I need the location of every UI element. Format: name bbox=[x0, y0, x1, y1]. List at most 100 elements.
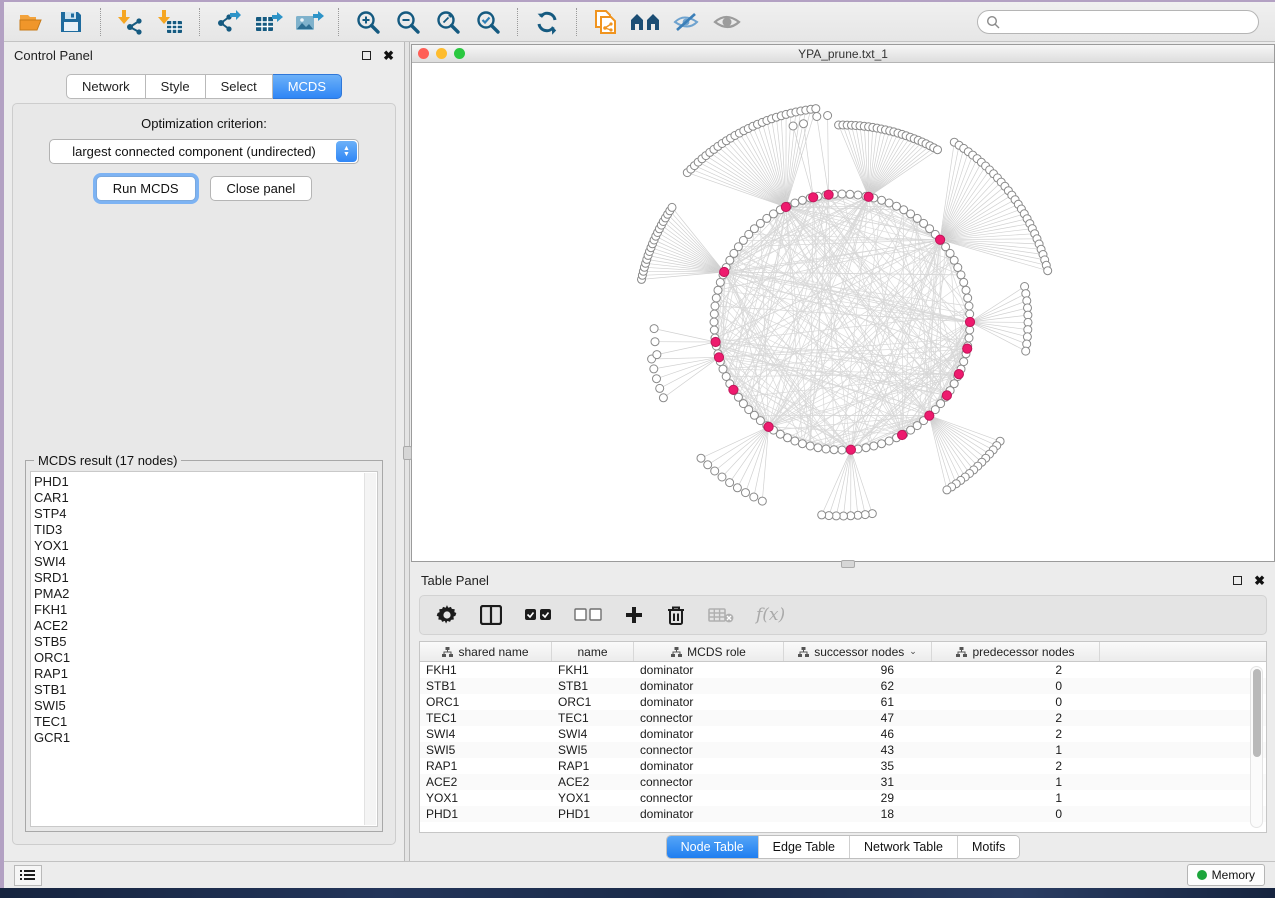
task-history-button[interactable] bbox=[14, 865, 42, 886]
horizontal-splitter[interactable] bbox=[411, 562, 1275, 567]
float-panel-icon[interactable] bbox=[1233, 576, 1242, 585]
float-panel-icon[interactable] bbox=[362, 51, 371, 60]
table-row[interactable]: FKH1FKH1dominator962 bbox=[420, 662, 1266, 678]
close-panel-icon[interactable]: ✖ bbox=[383, 49, 394, 62]
cell-predecessors: 0 bbox=[932, 807, 1100, 821]
table-scrollbar[interactable] bbox=[1250, 666, 1263, 828]
search-input[interactable] bbox=[1004, 15, 1250, 29]
list-scrollbar[interactable] bbox=[364, 473, 376, 825]
mcds-result-item[interactable]: TID3 bbox=[34, 522, 361, 538]
save-session-icon[interactable] bbox=[54, 7, 88, 37]
tab-mcds[interactable]: MCDS bbox=[273, 74, 342, 99]
tab-edge-table[interactable]: Edge Table bbox=[758, 836, 849, 858]
table-row[interactable]: STB1STB1dominator620 bbox=[420, 678, 1266, 694]
tab-select[interactable]: Select bbox=[206, 74, 273, 99]
mcds-result-item[interactable]: ORC1 bbox=[34, 650, 361, 666]
network-canvas[interactable] bbox=[412, 63, 1274, 561]
zoom-in-icon[interactable] bbox=[351, 7, 385, 37]
gear-icon[interactable] bbox=[436, 604, 458, 626]
import-network-icon[interactable] bbox=[113, 7, 147, 37]
mcds-result-item[interactable]: SRD1 bbox=[34, 570, 361, 586]
splitter-handle[interactable] bbox=[403, 446, 412, 460]
criterion-dropdown[interactable]: largest connected component (undirected)… bbox=[49, 139, 359, 164]
show-all-icon[interactable] bbox=[709, 7, 743, 37]
first-neighbors-icon[interactable] bbox=[629, 7, 663, 37]
network-graph[interactable] bbox=[412, 63, 1274, 561]
column-header-MCDS-role[interactable]: MCDS role bbox=[634, 642, 784, 661]
export-network-icon[interactable] bbox=[212, 7, 246, 37]
cell-shared_name: STB1 bbox=[420, 679, 552, 693]
export-image-icon[interactable] bbox=[292, 7, 326, 37]
zoom-out-icon[interactable] bbox=[391, 7, 425, 37]
column-header-shared-name[interactable]: shared name bbox=[420, 642, 552, 661]
mcds-result-item[interactable]: PMA2 bbox=[34, 586, 361, 602]
memory-label: Memory bbox=[1212, 868, 1255, 882]
vertical-splitter[interactable] bbox=[404, 42, 410, 861]
column-header-label: predecessor nodes bbox=[972, 645, 1074, 659]
table-row[interactable]: SWI4SWI4dominator462 bbox=[420, 726, 1266, 742]
mcds-result-item[interactable]: SWI5 bbox=[34, 698, 361, 714]
search-field[interactable] bbox=[977, 10, 1259, 34]
tab-style[interactable]: Style bbox=[146, 74, 206, 99]
column-header-successor-nodes[interactable]: successor nodes⌄ bbox=[784, 642, 932, 661]
mcds-result-item[interactable]: STB1 bbox=[34, 682, 361, 698]
duplicate-network-icon[interactable] bbox=[589, 7, 623, 37]
column-header-label: MCDS role bbox=[687, 645, 746, 659]
mcds-result-item[interactable]: RAP1 bbox=[34, 666, 361, 682]
column-header-name[interactable]: name bbox=[552, 642, 634, 661]
control-panel-tabs: NetworkStyleSelectMCDS bbox=[66, 74, 342, 99]
cell-successors: 47 bbox=[784, 711, 932, 725]
memory-status-icon bbox=[1197, 870, 1207, 880]
cell-predecessors: 0 bbox=[932, 679, 1100, 693]
zoom-fit-icon[interactable] bbox=[431, 7, 465, 37]
zoom-selected-icon[interactable] bbox=[471, 7, 505, 37]
mcds-result-list[interactable]: PHD1CAR1STP4TID3YOX1SWI4SRD1PMA2FKH1ACE2… bbox=[30, 471, 378, 827]
close-panel-icon[interactable]: ✖ bbox=[1254, 574, 1265, 587]
cell-role: connector bbox=[634, 775, 784, 789]
open-session-icon[interactable] bbox=[14, 7, 48, 37]
table-row[interactable]: PHD1PHD1dominator180 bbox=[420, 806, 1266, 822]
table-row[interactable]: SWI5SWI5connector431 bbox=[420, 742, 1266, 758]
table-row[interactable]: ORC1ORC1dominator610 bbox=[420, 694, 1266, 710]
add-column-icon[interactable] bbox=[624, 605, 644, 625]
mcds-result-item[interactable]: TEC1 bbox=[34, 714, 361, 730]
split-columns-icon[interactable] bbox=[480, 605, 502, 625]
close-panel-button[interactable]: Close panel bbox=[210, 176, 313, 201]
table-row[interactable]: RAP1RAP1dominator352 bbox=[420, 758, 1266, 774]
hide-selected-icon[interactable] bbox=[669, 7, 703, 37]
table-row[interactable]: TEC1TEC1connector472 bbox=[420, 710, 1266, 726]
mcds-result-item[interactable]: ACE2 bbox=[34, 618, 361, 634]
splitter-handle[interactable] bbox=[841, 560, 855, 568]
mcds-result-item[interactable]: STP4 bbox=[34, 506, 361, 522]
mcds-result-item[interactable]: STB5 bbox=[34, 634, 361, 650]
search-icon bbox=[986, 15, 1000, 29]
table-row[interactable]: ACE2ACE2connector311 bbox=[420, 774, 1266, 790]
run-mcds-button[interactable]: Run MCDS bbox=[96, 176, 196, 201]
table-toolbar: f(x) bbox=[419, 595, 1267, 635]
tab-motifs[interactable]: Motifs bbox=[957, 836, 1019, 858]
refresh-icon[interactable] bbox=[530, 7, 564, 37]
mcds-result-item[interactable]: FKH1 bbox=[34, 602, 361, 618]
tab-node-table[interactable]: Node Table bbox=[667, 836, 758, 858]
column-header-predecessor-nodes[interactable]: predecessor nodes bbox=[932, 642, 1100, 661]
deselect-all-checkboxes-icon[interactable] bbox=[574, 608, 602, 622]
table-row[interactable]: YOX1YOX1connector291 bbox=[420, 790, 1266, 806]
tab-network[interactable]: Network bbox=[66, 74, 146, 99]
column-header-filler bbox=[1100, 642, 1266, 661]
network-window-titlebar[interactable]: YPA_prune.txt_1 bbox=[412, 45, 1274, 63]
import-table-icon[interactable] bbox=[153, 7, 187, 37]
mcds-result-item[interactable]: CAR1 bbox=[34, 490, 361, 506]
cell-name: ORC1 bbox=[552, 695, 634, 709]
tab-network-table[interactable]: Network Table bbox=[849, 836, 957, 858]
scrollbar-thumb[interactable] bbox=[1253, 669, 1261, 757]
mcds-result-item[interactable]: PHD1 bbox=[34, 474, 361, 490]
toolbar-separator bbox=[338, 8, 339, 36]
select-all-checkboxes-icon[interactable] bbox=[524, 608, 552, 622]
node-table: shared namename MCDS role successor nodes⌄… bbox=[419, 641, 1267, 833]
mcds-result-item[interactable]: GCR1 bbox=[34, 730, 361, 746]
export-table-icon[interactable] bbox=[252, 7, 286, 37]
mcds-result-item[interactable]: SWI4 bbox=[34, 554, 361, 570]
memory-button[interactable]: Memory bbox=[1187, 864, 1265, 886]
mcds-result-item[interactable]: YOX1 bbox=[34, 538, 361, 554]
delete-column-icon[interactable] bbox=[666, 604, 686, 626]
